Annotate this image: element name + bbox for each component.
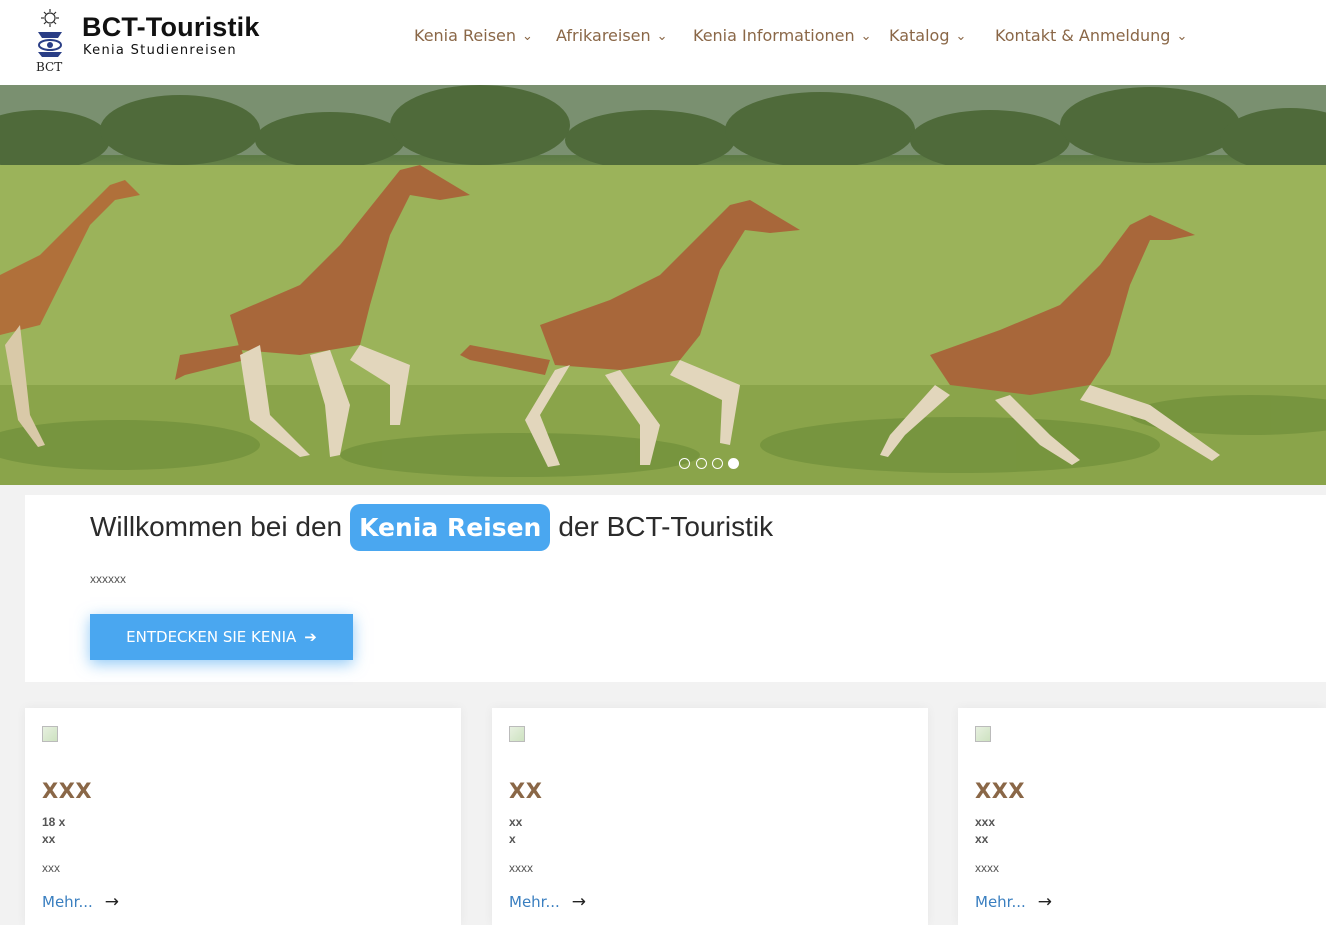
more-link-label: Mehr... (509, 893, 560, 911)
nav-item-afrikareisen[interactable]: Afrikareisen ⌄ (556, 26, 668, 45)
card-title[interactable]: XX (509, 779, 542, 803)
chevron-down-icon: ⌄ (522, 29, 533, 44)
broken-image-icon (509, 726, 525, 742)
bct-logo-icon[interactable]: BCT (32, 8, 68, 74)
nav-item-kontakt-anmeldung[interactable]: Kontakt & Anmeldung ⌄ (995, 26, 1187, 45)
card-title[interactable]: XXX (42, 779, 92, 803)
more-link[interactable]: Mehr... → (42, 892, 119, 912)
card-description: xxxx (975, 861, 999, 875)
chevron-down-icon: ⌄ (955, 29, 967, 44)
card-meta: xx (975, 832, 989, 846)
welcome-text: xxxxxx (90, 572, 126, 586)
nav-item-kenia-informationen[interactable]: Kenia Informationen ⌄ (693, 26, 872, 45)
more-link[interactable]: Mehr... → (975, 892, 1052, 912)
site-header: BCT BCT-Touristik Kenia Studienreisen Ke… (0, 0, 1326, 85)
card-description: xxx (42, 861, 60, 875)
nav-item-kenia-reisen[interactable]: Kenia Reisen ⌄ (414, 26, 533, 45)
logo-text: BCT (36, 60, 62, 74)
nav-item-label: Afrikareisen (556, 26, 651, 45)
nav-item-label: Katalog (889, 26, 950, 45)
slider-dot-3[interactable] (712, 458, 723, 469)
cta-label: ENTDECKEN SIE KENIA (126, 628, 297, 646)
card-description: xxxx (509, 861, 533, 875)
more-link[interactable]: Mehr... → (509, 892, 586, 912)
heading-before: Willkommen bei den (90, 511, 343, 542)
more-link-label: Mehr... (975, 893, 1026, 911)
nav-item-label: Kontakt & Anmeldung (995, 26, 1171, 45)
welcome-heading: Willkommen bei den Kenia Reisen der BCT-… (90, 500, 773, 554)
card-meta: xx (509, 815, 523, 829)
tour-card: XXX xxx xx xxxx Mehr... → (958, 708, 1326, 925)
brand-subtitle: Kenia Studienreisen (83, 43, 237, 58)
chevron-down-icon: ⌄ (656, 29, 668, 44)
arrow-right-icon: → (104, 892, 120, 912)
running-giraffes-image (0, 85, 1326, 485)
slider-dot-2[interactable] (696, 458, 707, 469)
chevron-down-icon: ⌄ (1176, 29, 1188, 44)
card-meta: x (509, 832, 516, 846)
card-meta: 18 x (42, 815, 66, 829)
arrow-right-icon: → (571, 892, 587, 912)
nav-item-label: Kenia Reisen (414, 26, 517, 45)
card-meta: xx (42, 832, 56, 846)
slider-dot-1[interactable] (679, 458, 690, 469)
heading-highlight: Kenia Reisen (350, 503, 551, 551)
discover-kenia-button[interactable]: ENTDECKEN SIE KENIA ➔ (90, 614, 353, 660)
more-link-label: Mehr... (42, 893, 93, 911)
nav-item-katalog[interactable]: Katalog ⌄ (889, 26, 966, 45)
tour-card: XXX 18 x xx xxx Mehr... → (25, 708, 461, 925)
arrow-right-icon: ➔ (304, 628, 317, 646)
brand-title[interactable]: BCT-Touristik (82, 12, 260, 43)
tour-card: XX xx x xxxx Mehr... → (492, 708, 928, 925)
broken-image-icon (975, 726, 991, 742)
card-meta: xxx (975, 815, 996, 829)
chevron-down-icon: ⌄ (860, 29, 872, 44)
hero-slider[interactable] (0, 85, 1326, 485)
welcome-section: Willkommen bei den Kenia Reisen der BCT-… (25, 495, 1326, 682)
card-title[interactable]: XXX (975, 779, 1025, 803)
broken-image-icon (42, 726, 58, 742)
slider-dot-4-active[interactable] (728, 458, 739, 469)
nav-item-label: Kenia Informationen (693, 26, 855, 45)
heading-after: der BCT-Touristik (558, 511, 774, 542)
arrow-right-icon: → (1037, 892, 1053, 912)
